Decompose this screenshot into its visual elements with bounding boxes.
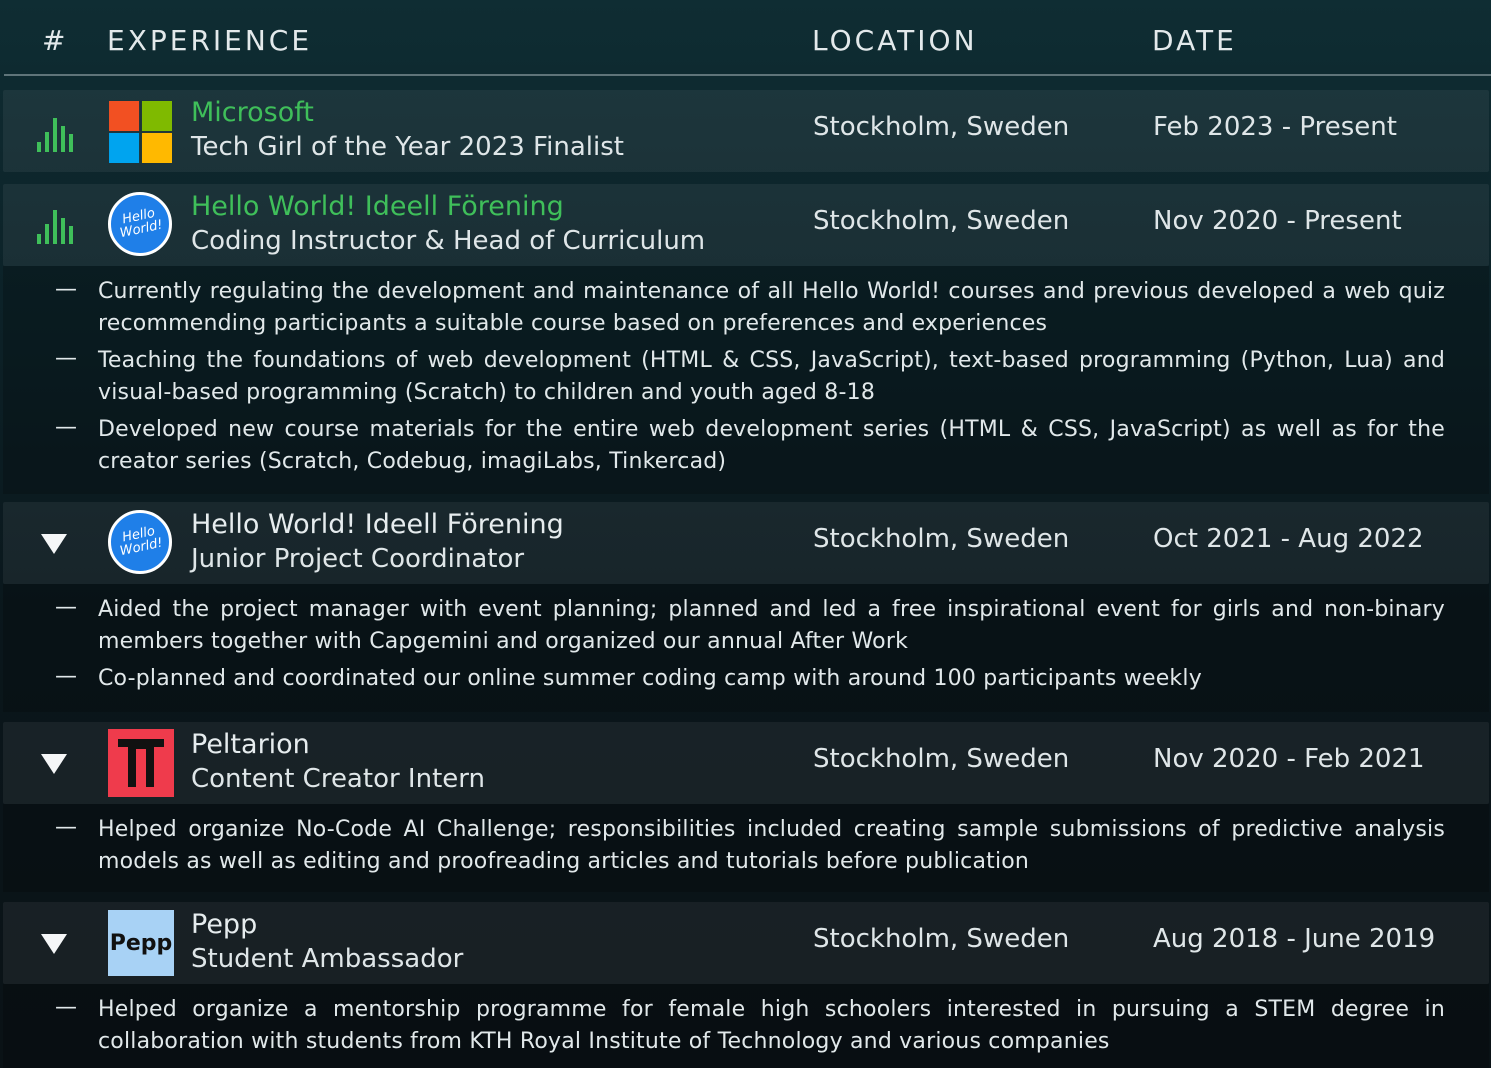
header-location: LOCATION [812,24,978,57]
experience-row-pepp[interactable]: Pepp Pepp Student Ambassador Stockholm, … [3,902,1489,984]
bullet-dash: — [55,415,77,440]
bullet-text: Helped organize No-Code AI Challenge; re… [98,817,1445,874]
company-name: Hello World! Ideell Förening [191,509,564,540]
role-title: Tech Girl of the Year 2023 Finalist [191,132,624,162]
date-range: Nov 2020 - Feb 2021 [1153,744,1425,774]
header-experience: EXPERIENCE [107,24,313,57]
header-divider [4,74,1491,76]
triangle-down-icon[interactable] [41,754,67,774]
header-date: DATE [1152,24,1237,57]
location-text: Stockholm, Sweden [813,524,1070,554]
date-range: Nov 2020 - Present [1153,206,1402,236]
bullet-dash: — [55,346,77,371]
company-name: Pepp [191,909,258,940]
bullet-text: Developed new course materials for the e… [98,417,1445,474]
experience-row-hello-world-coordinator[interactable]: Hello World! Hello World! Ideell Förening… [3,502,1489,584]
bullet-dash: — [55,815,77,840]
experience-row-peltarion[interactable]: Peltarion Content Creator Intern Stockho… [3,722,1489,804]
date-range: Aug 2018 - June 2019 [1153,924,1436,954]
bullet-text: Teaching the foundations of web developm… [98,348,1445,405]
bar-chart-icon [37,210,73,244]
location-text: Stockholm, Sweden [813,206,1070,236]
location-text: Stockholm, Sweden [813,112,1070,142]
date-range: Oct 2021 - Aug 2022 [1153,524,1424,554]
experience-details: — Aided the project manager with event p… [3,584,1489,712]
bullet-text: Aided the project manager with event pla… [98,597,1445,654]
triangle-down-icon[interactable] [41,534,67,554]
role-title: Student Ambassador [191,944,464,974]
bullet-text: Helped organize a mentorship programme f… [98,997,1445,1054]
pepp-logo: Pepp [108,910,174,976]
bullet-dash: — [55,995,77,1020]
location-text: Stockholm, Sweden [813,924,1070,954]
experience-row-hello-world-instructor[interactable]: Hello World! Hello World! Ideell Förening… [3,184,1489,266]
bullet-text: Currently regulating the development and… [98,279,1445,336]
location-text: Stockholm, Sweden [813,744,1070,774]
company-name: Hello World! Ideell Förening [191,191,564,222]
triangle-down-icon[interactable] [41,934,67,954]
date-range: Feb 2023 - Present [1153,112,1397,142]
experience-row-microsoft[interactable]: Microsoft Tech Girl of the Year 2023 Fin… [3,90,1489,172]
bullet-dash: — [55,277,77,302]
bullet-text: Co-planned and coordinated our online su… [98,666,1202,691]
hello-world-logo: Hello World! [108,510,174,574]
microsoft-logo [109,101,172,163]
hello-world-logo: Hello World! [108,192,174,256]
role-title: Junior Project Coordinator [191,544,525,574]
table-header: # EXPERIENCE LOCATION DATE [0,0,1491,76]
experience-details: — Helped organize No-Code AI Challenge; … [3,804,1489,892]
header-number: # [42,24,69,57]
experience-details: — Currently regulating the development a… [3,266,1489,494]
company-name: Microsoft [191,97,314,128]
role-title: Coding Instructor & Head of Curriculum [191,226,706,256]
bar-chart-icon [37,118,73,152]
experience-details: — Helped organize a mentorship programme… [3,984,1489,1068]
role-title: Content Creator Intern [191,764,485,794]
bullet-dash: — [55,664,77,689]
bullet-dash: — [55,595,77,620]
company-name: Peltarion [191,729,310,760]
peltarion-logo [108,729,174,797]
